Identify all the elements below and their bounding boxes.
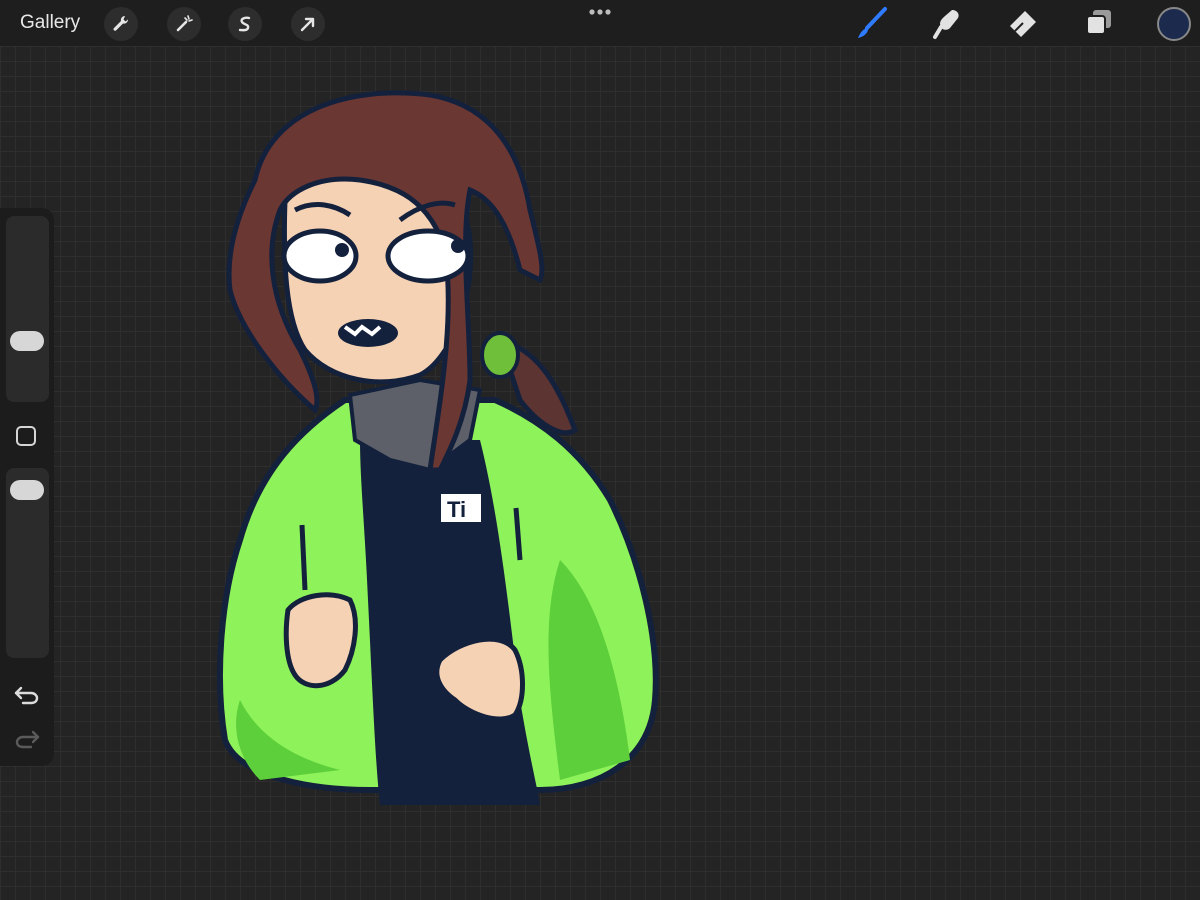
hand-left	[283, 592, 358, 689]
layers-icon[interactable]	[1082, 6, 1116, 40]
transform-arrow-icon[interactable]	[291, 7, 325, 41]
more-options-icon[interactable]	[588, 5, 612, 23]
magic-wand-icon[interactable]	[167, 7, 201, 41]
modify-button[interactable]	[16, 426, 36, 446]
eraser-icon[interactable]	[1005, 6, 1039, 40]
hair-tie	[480, 331, 520, 379]
brush-opacity-slider[interactable]	[6, 468, 49, 658]
brush-size-knob[interactable]	[10, 330, 44, 351]
brush-size-slider[interactable]	[6, 216, 49, 402]
selection-s-icon[interactable]	[228, 7, 262, 41]
redo-icon[interactable]	[13, 726, 41, 750]
wrench-icon[interactable]	[104, 7, 138, 41]
brush-opacity-knob[interactable]	[10, 480, 44, 501]
jacket-line-left	[299, 524, 308, 591]
pupil-right	[451, 239, 465, 253]
shirt-logo-text: Ti	[447, 497, 466, 522]
pupil-left	[335, 243, 349, 257]
left-sidebar	[0, 208, 54, 766]
artwork-drawing: Ti	[217, 90, 659, 805]
top-toolbar: Gallery	[0, 0, 1200, 46]
smudge-icon[interactable]	[930, 6, 964, 40]
color-picker-swatch[interactable]	[1157, 7, 1191, 41]
gallery-button[interactable]: Gallery	[20, 12, 80, 34]
eye-right	[385, 228, 471, 284]
undo-icon[interactable]	[13, 682, 41, 706]
brush-icon[interactable]	[855, 6, 889, 40]
